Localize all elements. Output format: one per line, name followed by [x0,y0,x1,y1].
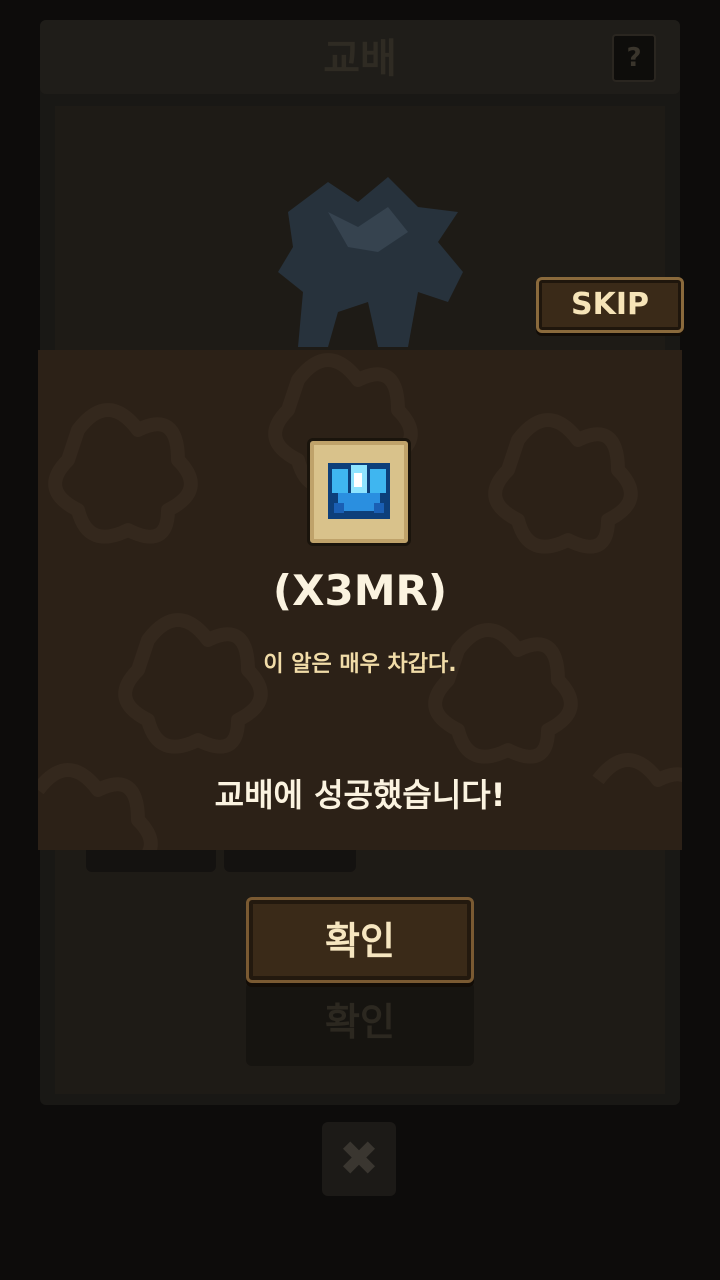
confirm-button[interactable]: 확인 [246,897,474,983]
result-message: 교배에 성공했습니다! [214,776,506,814]
item-frame [307,438,411,546]
skip-button[interactable]: SKIP [536,277,684,333]
dragon-creature-image [278,177,463,347]
ice-crystal-egg-icon [328,463,390,519]
confirm-button-background: 확인 [246,982,474,1066]
help-icon: ? [626,43,642,73]
close-icon: ✖ [338,1131,380,1187]
help-button[interactable]: ? [612,34,656,82]
item-description: 이 알은 매우 차갑다. [263,652,457,677]
close-button[interactable]: ✖ [322,1122,396,1196]
item-name: (X3MR) [272,566,448,615]
